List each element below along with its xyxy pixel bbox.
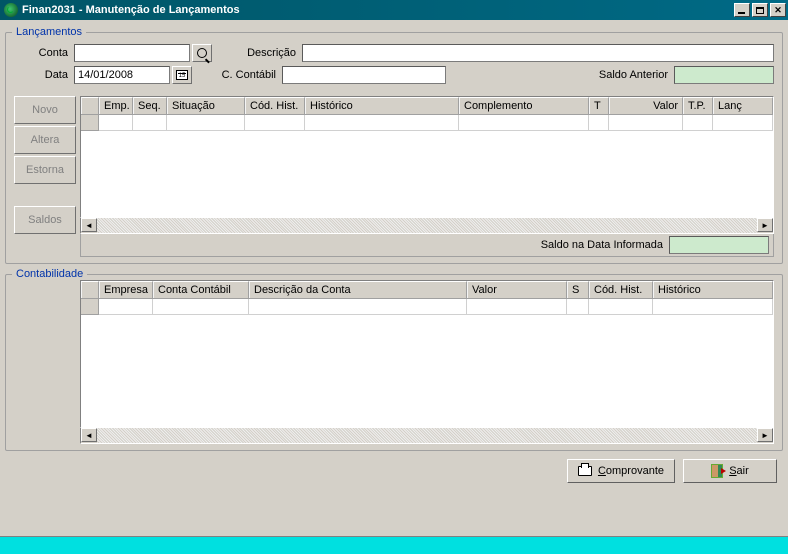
- scroll-track[interactable]: [97, 218, 757, 233]
- contabilidade-grid-header: Empresa Conta Contábil Descrição da Cont…: [81, 281, 773, 299]
- comprovante-mnemonic: C: [598, 465, 606, 477]
- descricao-field: [302, 44, 774, 62]
- exit-icon: [711, 464, 723, 478]
- grid2-col-descricao[interactable]: Descrição da Conta: [249, 281, 467, 298]
- data-label: Data: [14, 69, 74, 81]
- saldo-data-label: Saldo na Data Informada: [541, 239, 663, 251]
- grid-col-situacao[interactable]: Situação: [167, 97, 245, 114]
- scroll-track[interactable]: [97, 428, 757, 443]
- saldo-anterior-field: [674, 66, 774, 84]
- contabilidade-group: Contabilidade Empresa Conta Contábil Des…: [5, 268, 783, 451]
- grid2-col-codhist[interactable]: Cód. Hist.: [589, 281, 653, 298]
- conta-input[interactable]: [74, 44, 190, 62]
- grid-col-valor[interactable]: Valor: [609, 97, 683, 114]
- lancamentos-legend: Lançamentos: [12, 26, 86, 38]
- data-calendar-button[interactable]: [172, 66, 192, 84]
- scroll-right-button[interactable]: ►: [757, 428, 773, 442]
- lancamentos-hscroll[interactable]: ◄ ►: [80, 218, 774, 234]
- maximize-button[interactable]: [752, 3, 768, 17]
- grid2-col-valor[interactable]: Valor: [467, 281, 567, 298]
- grid2-col-conta[interactable]: Conta Contábil: [153, 281, 249, 298]
- side-buttons: Novo Altera Estorna Saldos: [14, 96, 76, 257]
- ccontabil-label: C. Contábil: [192, 69, 282, 81]
- comprovante-button[interactable]: Comprovante: [567, 459, 675, 483]
- grid2-col-rowhead[interactable]: [81, 281, 99, 298]
- conta-label: Conta: [14, 47, 74, 59]
- grid-col-rowhead[interactable]: [81, 97, 99, 114]
- lancamentos-grid[interactable]: Emp. Seq. Situação Cód. Hist. Histórico …: [80, 96, 774, 218]
- scroll-left-button[interactable]: ◄: [81, 218, 97, 232]
- close-button[interactable]: ✕: [770, 3, 786, 17]
- novo-button[interactable]: Novo: [14, 96, 76, 124]
- table-row[interactable]: [81, 115, 773, 131]
- grid-col-codhist[interactable]: Cód. Hist.: [245, 97, 305, 114]
- descricao-label: Descrição: [212, 47, 302, 59]
- estorna-button[interactable]: Estorna: [14, 156, 76, 184]
- lancamentos-group: Lançamentos Conta Descrição Data C. Cont…: [5, 26, 783, 264]
- grid2-col-s[interactable]: S: [567, 281, 589, 298]
- ccontabil-field: [282, 66, 446, 84]
- scroll-left-button[interactable]: ◄: [81, 428, 97, 442]
- window-title: Finan2031 - Manutenção de Lançamentos: [22, 4, 240, 16]
- sair-label: air: [737, 465, 749, 477]
- contabilidade-hscroll[interactable]: ◄ ►: [80, 428, 774, 444]
- printer-icon: [578, 466, 592, 476]
- conta-search-button[interactable]: [192, 44, 212, 62]
- contabilidade-legend: Contabilidade: [12, 268, 87, 280]
- grid-col-complemento[interactable]: Complemento: [459, 97, 589, 114]
- table-row[interactable]: [81, 299, 773, 315]
- altera-button[interactable]: Altera: [14, 126, 76, 154]
- contabilidade-grid[interactable]: Empresa Conta Contábil Descrição da Cont…: [80, 280, 774, 428]
- saldo-anterior-label: Saldo Anterior: [594, 69, 674, 81]
- sair-button[interactable]: Sair: [683, 459, 777, 483]
- titlebar: Finan2031 - Manutenção de Lançamentos ✕: [0, 0, 788, 20]
- grid-col-tp[interactable]: T.P.: [683, 97, 713, 114]
- search-icon: [197, 48, 207, 58]
- grid-col-lanc[interactable]: Lanç: [713, 97, 773, 114]
- grid2-col-empresa[interactable]: Empresa: [99, 281, 153, 298]
- scroll-right-button[interactable]: ►: [757, 218, 773, 232]
- saldo-data-line: Saldo na Data Informada: [80, 234, 774, 257]
- app-icon: [4, 3, 18, 17]
- sair-mnemonic: S: [729, 465, 736, 477]
- grid-col-historico[interactable]: Histórico: [305, 97, 459, 114]
- grid-col-seq[interactable]: Seq.: [133, 97, 167, 114]
- grid-col-emp[interactable]: Emp.: [99, 97, 133, 114]
- statusbar: [0, 536, 788, 554]
- comprovante-label: omprovante: [606, 465, 664, 477]
- grid2-col-historico[interactable]: Histórico: [653, 281, 773, 298]
- saldo-data-field: [669, 236, 769, 254]
- lancamentos-grid-header: Emp. Seq. Situação Cód. Hist. Histórico …: [81, 97, 773, 115]
- saldos-button[interactable]: Saldos: [14, 206, 76, 234]
- grid-col-t[interactable]: T: [589, 97, 609, 114]
- data-input[interactable]: [74, 66, 170, 84]
- calendar-icon: [176, 70, 188, 80]
- minimize-button[interactable]: [734, 3, 750, 17]
